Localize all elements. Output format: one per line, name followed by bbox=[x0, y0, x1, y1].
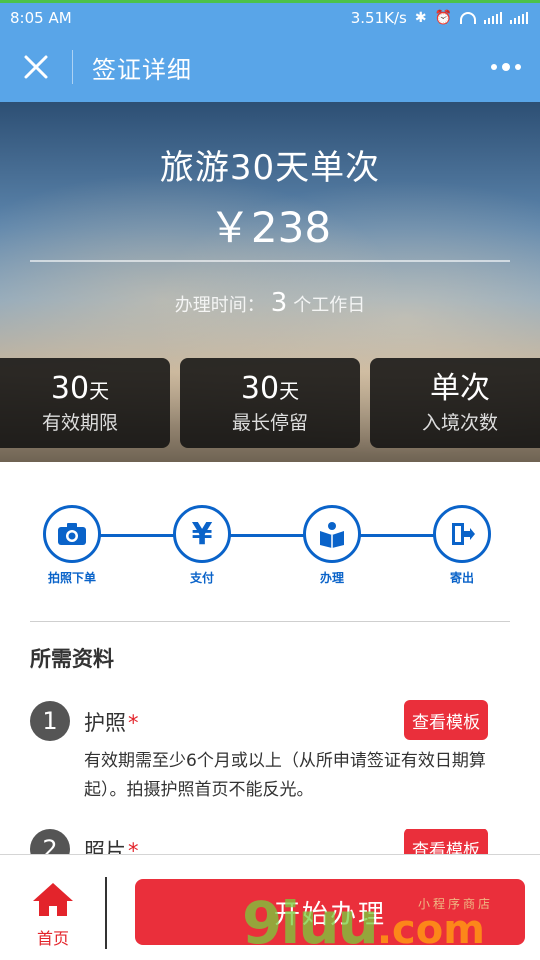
step-circle bbox=[433, 505, 491, 563]
status-bar: 8:05 AM 3.51K/s ✱ ⏰ bbox=[0, 0, 540, 32]
watermark-main: 9iuu bbox=[242, 889, 379, 957]
requirement-name-text: 护照 bbox=[84, 711, 126, 735]
step-circle bbox=[303, 505, 361, 563]
alarm-icon: ⏰ bbox=[434, 9, 452, 26]
requirement-item-passport: 1 护照* 查看模板 有效期需至少6个月或以上（从所申请签证有效日期算起）。拍摄… bbox=[30, 700, 510, 811]
section-divider bbox=[30, 621, 510, 622]
requirement-name-text: 照片 bbox=[84, 839, 126, 854]
visa-price: ￥238 bbox=[208, 203, 332, 252]
more-dot-icon bbox=[491, 64, 497, 70]
visa-title: 旅游30天单次 bbox=[159, 148, 381, 188]
requirement-description: 有效期需至少6个月或以上（从所申请签证有效日期算起）。拍摄护照首页不能反光。 bbox=[84, 751, 486, 800]
exit-door-icon bbox=[452, 523, 475, 545]
process-steps: 拍照下单 ¥ 支付 办理 寄出 bbox=[0, 505, 540, 595]
hero-divider bbox=[30, 260, 510, 262]
requirement-number: 1 bbox=[30, 701, 70, 741]
stat-validity: 30天 有效期限 bbox=[0, 358, 170, 448]
step-label: 寄出 bbox=[449, 571, 474, 585]
step-processing: 办理 bbox=[292, 505, 372, 586]
processing-time-value: 3 bbox=[270, 288, 288, 318]
bluetooth-icon: ✱ bbox=[414, 9, 427, 26]
stat-unit: 天 bbox=[279, 378, 300, 403]
visa-stats: 30天 有效期限 30天 最长停留 单次 入境次数 bbox=[0, 358, 540, 448]
status-icons: 3.51K/s ✱ ⏰ bbox=[351, 9, 528, 27]
stat-entries: 单次 入境次数 bbox=[370, 358, 540, 448]
close-icon bbox=[24, 55, 48, 79]
stat-value: 单次 bbox=[430, 370, 490, 406]
stat-label: 入境次数 bbox=[421, 411, 498, 434]
stat-max-stay: 30天 最长停留 bbox=[180, 358, 360, 448]
step-circle: ¥ bbox=[173, 505, 231, 563]
more-button[interactable] bbox=[488, 54, 524, 80]
step-label: 支付 bbox=[189, 571, 214, 585]
required-mark: * bbox=[128, 711, 139, 735]
watermark-suffix: .com bbox=[376, 907, 485, 953]
watermark-small-text: 小程序商店 bbox=[418, 897, 494, 911]
requirement-name: 照片* bbox=[84, 835, 139, 854]
requirement-number: 2 bbox=[30, 829, 70, 854]
visa-hero-banner: 旅游30天单次 ￥238 办理时间： 3 个工作日 30天 有效期限 30天 最长停… bbox=[0, 102, 540, 462]
stat-value: 30 bbox=[50, 370, 90, 406]
requirement-item-photo: 2 照片* 查看模板 bbox=[30, 829, 510, 854]
stat-label: 最长停留 bbox=[231, 411, 308, 434]
processing-time: 办理时间： 3 个工作日 bbox=[0, 288, 540, 318]
home-tab-label: 首页 bbox=[36, 929, 69, 948]
camera-icon bbox=[58, 523, 86, 545]
processing-time-unit: 个工作日 bbox=[293, 295, 366, 316]
nav-divider bbox=[72, 50, 73, 84]
stat-value: 30 bbox=[240, 370, 280, 406]
step-payment: ¥ 支付 bbox=[162, 505, 242, 586]
home-tab[interactable]: 首页 bbox=[18, 881, 88, 949]
bottom-divider bbox=[105, 877, 107, 949]
processing-time-label: 办理时间： bbox=[174, 295, 265, 316]
view-template-button[interactable]: 查看模板 bbox=[404, 700, 488, 740]
book-person-icon bbox=[320, 522, 344, 548]
signal-icon bbox=[484, 11, 502, 24]
page-title: 签证详细 bbox=[92, 55, 192, 84]
wifi-icon bbox=[460, 11, 476, 24]
close-button[interactable] bbox=[0, 32, 72, 102]
required-documents-title: 所需资料 bbox=[30, 647, 114, 671]
step-photo-order: 拍照下单 bbox=[32, 505, 112, 586]
yen-icon: ¥ bbox=[191, 516, 213, 552]
home-icon bbox=[33, 883, 73, 916]
status-time: 8:05 AM bbox=[10, 8, 72, 27]
step-label: 拍照下单 bbox=[47, 571, 96, 585]
more-dot-icon bbox=[515, 64, 521, 70]
bottom-action-bar: 首页 开始办理 9iuu.com 小程序商店 bbox=[0, 854, 540, 960]
nav-bar: 签证详细 bbox=[0, 32, 540, 102]
stat-label: 有效期限 bbox=[41, 411, 118, 434]
steps-connector bbox=[72, 534, 462, 537]
step-circle bbox=[43, 505, 101, 563]
step-label: 办理 bbox=[319, 571, 344, 585]
required-mark: * bbox=[128, 839, 139, 854]
net-speed: 3.51K/s bbox=[350, 8, 407, 27]
requirement-name: 护照* bbox=[84, 707, 139, 737]
more-dot-icon bbox=[502, 63, 510, 71]
signal-icon-2 bbox=[510, 11, 528, 24]
step-shipping: 寄出 bbox=[422, 505, 502, 586]
stat-unit: 天 bbox=[89, 378, 110, 403]
view-template-button[interactable]: 查看模板 bbox=[404, 829, 488, 854]
